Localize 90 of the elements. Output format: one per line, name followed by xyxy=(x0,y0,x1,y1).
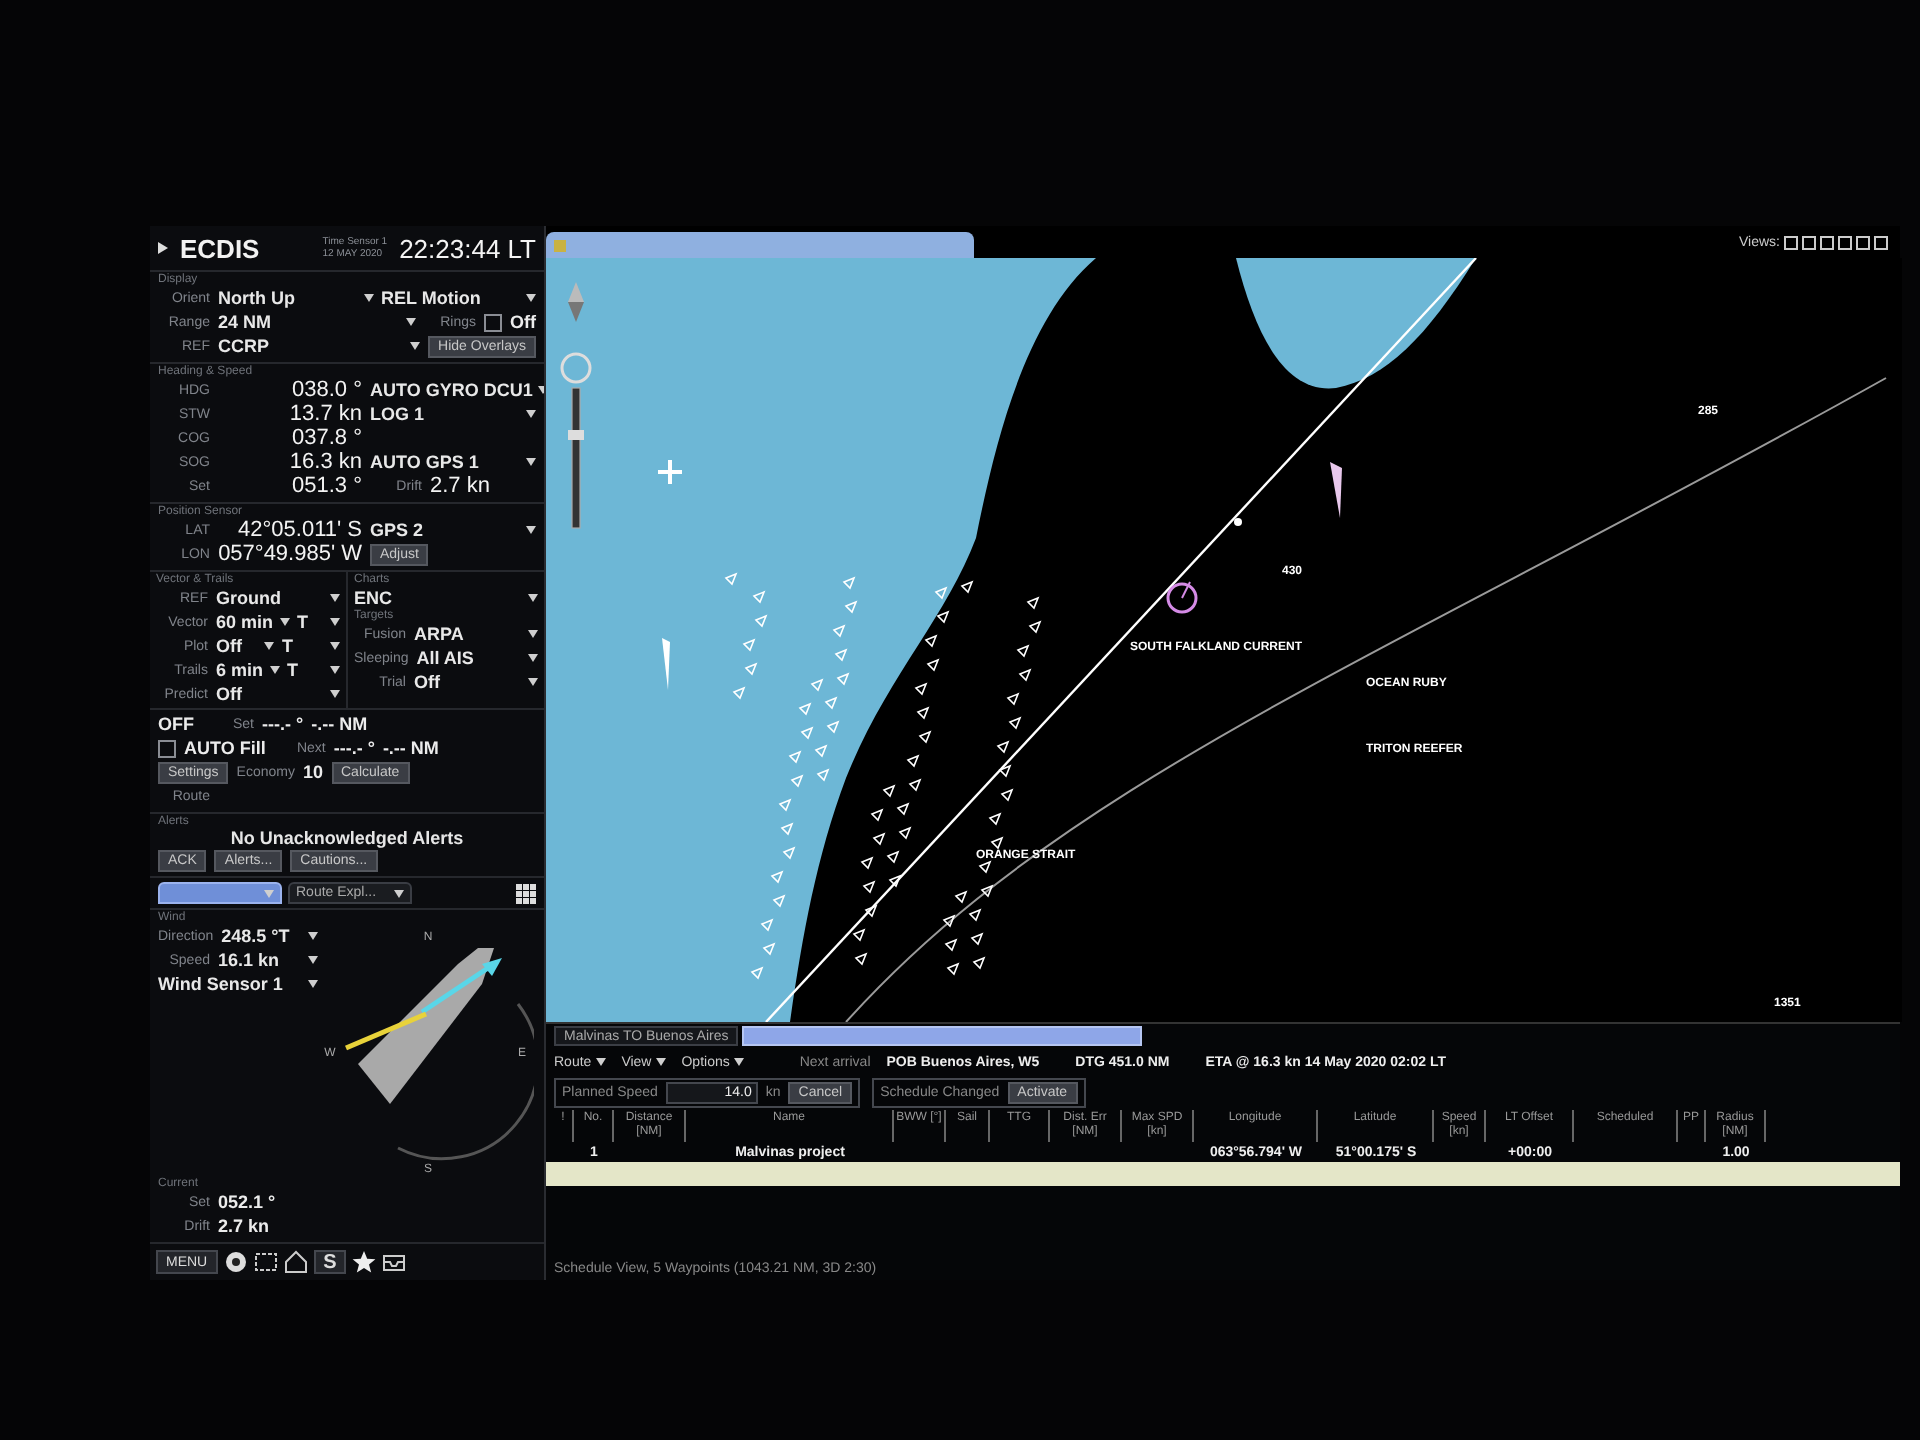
caret-icon xyxy=(733,1058,744,1066)
dropdown[interactable]: 248.5 °T xyxy=(221,926,318,946)
dropdown[interactable]: CCRP xyxy=(218,336,421,356)
caret-icon xyxy=(264,889,274,897)
caret-icon xyxy=(308,980,318,988)
dropdown[interactable]: 6 min xyxy=(216,660,280,680)
reading-value: 057°49.985' W xyxy=(218,542,362,566)
caret-icon xyxy=(264,642,274,650)
caret-icon xyxy=(528,678,538,686)
toolbar-button[interactable]: S xyxy=(313,1250,347,1274)
caret-icon xyxy=(308,956,318,964)
dropdown[interactable]: Ground xyxy=(216,588,340,608)
reading-value: 42°05.011' S xyxy=(236,518,362,542)
caret-icon xyxy=(330,642,340,650)
value-text: 10 xyxy=(302,762,323,782)
checkbox[interactable] xyxy=(158,739,176,757)
reading-value: 037.8 ° xyxy=(290,426,362,450)
value-text: OFF xyxy=(158,714,194,734)
value-text: -.-- NM xyxy=(382,738,439,758)
value-text: 2.7 kn xyxy=(218,1216,270,1236)
dropdown[interactable]: Wind Sensor 1 xyxy=(158,974,318,994)
dropdown[interactable]: Off xyxy=(414,672,538,692)
value-text: -.-- NM xyxy=(311,714,368,734)
dropdown[interactable]: ENC xyxy=(354,588,538,608)
checkbox[interactable] xyxy=(484,313,502,331)
reading-value: 2.7 kn xyxy=(430,474,490,498)
app-title: ECDIS xyxy=(180,233,260,263)
caret-icon xyxy=(158,242,168,254)
flag-icon xyxy=(662,638,670,690)
value-text: 052.1 ° xyxy=(218,1192,276,1212)
caret-icon xyxy=(526,526,536,534)
reading-value: 051.3 ° xyxy=(290,474,362,498)
alert-status: No Unacknowledged Alerts xyxy=(228,828,466,848)
dropdown[interactable]: All AIS xyxy=(416,648,538,668)
dropdown[interactable]: 60 min xyxy=(216,612,290,632)
waypoint-icon xyxy=(1234,518,1242,526)
target-icon[interactable] xyxy=(223,1250,248,1274)
flag-icon xyxy=(1330,462,1342,518)
dropdown[interactable]: REL Motion xyxy=(381,288,536,308)
dropdown[interactable]: Off xyxy=(216,636,274,656)
caret-icon xyxy=(394,889,404,897)
caret-icon xyxy=(528,630,538,638)
dropdown[interactable]: ARPA xyxy=(414,624,538,644)
caret-icon xyxy=(363,294,373,302)
reading-value: 038.0 ° xyxy=(290,378,362,402)
caret-icon xyxy=(526,458,536,466)
own-ship-icon xyxy=(1166,581,1198,614)
value-text: ---.- ° xyxy=(333,738,375,758)
caret-icon xyxy=(526,410,536,418)
reading-value: 13.7 kn xyxy=(287,402,362,426)
caret-icon xyxy=(330,666,340,674)
caret-icon xyxy=(269,666,280,674)
grid-icon[interactable] xyxy=(516,883,536,903)
caret-icon xyxy=(330,690,340,698)
value-text: AUTO Fill xyxy=(184,738,266,758)
house-icon[interactable] xyxy=(283,1250,308,1274)
dropdown[interactable]: LOG 1 xyxy=(370,404,536,424)
caret-icon xyxy=(528,594,538,602)
caret-icon xyxy=(595,1058,606,1066)
caret-icon xyxy=(308,932,318,940)
caret-icon xyxy=(528,654,538,662)
caret-icon xyxy=(410,342,421,350)
caret-icon xyxy=(330,618,340,626)
clock-text: 22:23:44 LT xyxy=(399,233,536,263)
dropdown[interactable]: 16.1 kn xyxy=(218,950,318,970)
tray-icon[interactable] xyxy=(382,1250,407,1274)
caret-icon xyxy=(406,318,416,326)
zoom-bar-icon[interactable] xyxy=(560,352,592,529)
reading-value: 16.3 kn xyxy=(287,450,362,474)
dropdown[interactable]: North Up xyxy=(218,288,373,308)
value-text: ---.- ° xyxy=(262,714,304,734)
current-arrow-icon xyxy=(420,958,502,1015)
dropdown[interactable]: T xyxy=(282,636,340,656)
dropdown[interactable]: AUTO GPS 1 xyxy=(370,452,536,472)
dropdown[interactable]: T xyxy=(297,612,340,632)
ship-icon xyxy=(358,948,494,1104)
dropdown[interactable]: AUTO GYRO DCU1 xyxy=(370,380,544,400)
value-text: Off xyxy=(510,312,536,332)
dropdown[interactable]: Off xyxy=(216,684,340,704)
dropdown[interactable]: GPS 2 xyxy=(370,520,536,540)
caret-icon xyxy=(279,618,290,626)
caret-icon xyxy=(526,294,536,302)
dropdown[interactable]: 24 NM xyxy=(218,312,416,332)
dashed-frame-icon[interactable] xyxy=(253,1250,278,1274)
star-icon[interactable] xyxy=(352,1250,377,1274)
caret-icon xyxy=(330,594,340,602)
caret-icon xyxy=(655,1058,666,1066)
chart-tab-icon xyxy=(554,239,566,251)
cursor-cross-icon xyxy=(656,458,684,486)
dropdown[interactable]: T xyxy=(287,660,340,680)
